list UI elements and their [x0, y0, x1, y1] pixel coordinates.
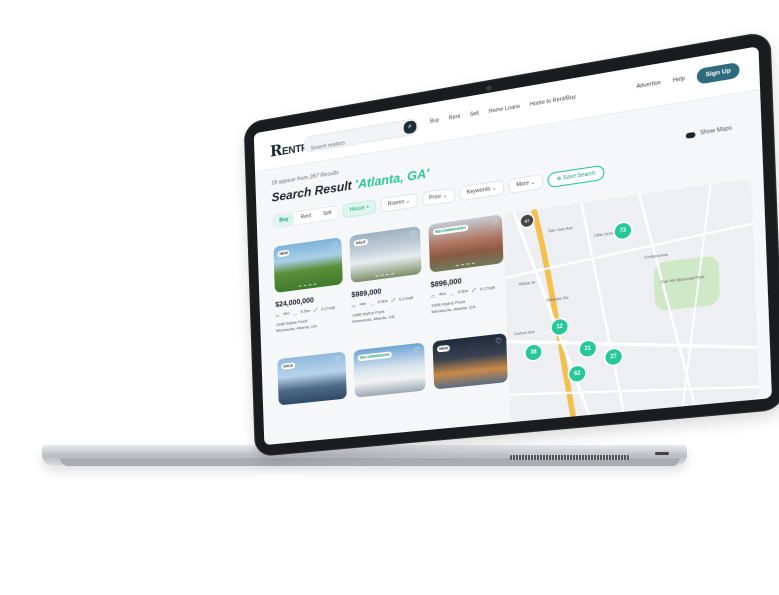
filter-house-label: House	[349, 204, 365, 214]
usb-port	[655, 452, 669, 455]
filter-rooms-label: Rooms	[387, 199, 405, 208]
listing-card[interactable]: NEW ♡	[432, 333, 508, 390]
listing-card[interactable]: RECOMMENDED ♡ $896,000 ▭ 4bd ◡ 6.5ba ⤢ 6,17…	[428, 214, 505, 315]
listing-card[interactable]: SALE ♡ $989,000 ▭ 4bd ◡ 6.5ba ⤢ 6,12sqft 16…	[349, 225, 423, 325]
title-location: 'Atlanta, GA'	[354, 165, 430, 192]
listing-beds: 4bd	[359, 301, 367, 307]
laptop-bezel: RENTRO ⌕ Buy Rent Sell Home Loans Home t…	[243, 30, 779, 457]
listing-beds: 4bd	[438, 291, 446, 297]
nav-link-sell[interactable]: Sell	[470, 110, 479, 118]
listing-sqft: 6,17sqft	[321, 305, 335, 312]
listing-photo[interactable]: NEW ♡	[432, 333, 508, 390]
segment-buy[interactable]: Buy	[273, 212, 295, 228]
bath-icon: ◡	[449, 291, 454, 297]
listing-beds: 4bd	[283, 311, 290, 317]
nav-link-rent[interactable]: Rent	[449, 114, 461, 122]
favorite-heart-icon[interactable]: ♡	[335, 355, 342, 364]
carousel-dots[interactable]	[375, 272, 395, 277]
favorite-heart-icon[interactable]: ♡	[491, 218, 498, 227]
bed-icon: ▭	[430, 294, 435, 299]
carousel-dots[interactable]	[455, 261, 476, 267]
filter-price-label: Price	[428, 193, 442, 202]
filter-rooms[interactable]: Rooms ⌄	[380, 192, 418, 213]
navbar: RENTRO ⌕ Buy Rent Sell Home Loans Home t…	[253, 46, 761, 173]
search-icon: ⌕	[407, 122, 413, 131]
road	[514, 203, 589, 421]
filter-keywords-label: Keywords	[466, 186, 491, 196]
filter-more-label: More	[516, 180, 530, 189]
listing-photo[interactable]: RECOMMENDED ♡	[428, 214, 504, 273]
camera	[486, 84, 492, 92]
save-search-button[interactable]: ⊕ Save Search	[547, 164, 606, 189]
signup-button[interactable]: Sign Up	[696, 61, 740, 85]
area-icon: ⤢	[472, 287, 476, 293]
road	[509, 370, 759, 411]
segment-sell[interactable]: Sell	[317, 206, 338, 221]
chevron-down-icon: ⌄	[442, 192, 448, 200]
area-icon: ⤢	[314, 307, 318, 313]
listing-badge: RECOMMENDED	[357, 351, 392, 362]
listing-badge: RECOMMENDED	[432, 224, 469, 236]
filter-more[interactable]: More ⌄	[508, 173, 544, 194]
filter-keywords[interactable]: Keywords ⌄	[458, 179, 505, 202]
logo-mark: R	[269, 140, 283, 161]
chevron-down-icon: ⌄	[405, 198, 411, 206]
listing-type-segmented: Buy Rent Sell	[272, 204, 339, 229]
save-search-label: Save Search	[562, 170, 596, 182]
listing-card[interactable]: NEW ♡ $24,000,000 ▭ 4bd ◡ 6.5ba ⤢ 6,17sqft …	[273, 237, 344, 334]
listing-sqft: 6,17sqft	[480, 285, 495, 292]
area-icon: ⤢	[391, 298, 395, 303]
toggle-icon	[685, 131, 696, 139]
chevron-down-icon: ⌄	[491, 185, 497, 193]
favorite-heart-icon[interactable]: ♡	[409, 230, 416, 239]
nav-right: Advertise Help Sign Up	[636, 61, 740, 95]
highway-road	[534, 205, 573, 419]
filter-house[interactable]: House ×	[342, 199, 377, 219]
nav-link-home-to-rent-buy[interactable]: Home to Rent/Buy	[530, 94, 576, 108]
bath-icon: ◡	[370, 301, 374, 307]
favorite-heart-icon[interactable]: ♡	[331, 241, 338, 250]
map-roads	[503, 179, 760, 423]
listing-badge: SALE	[281, 362, 295, 370]
search-input[interactable]	[304, 127, 395, 158]
listing-sqft: 6,12sqft	[399, 295, 414, 302]
filter-price[interactable]: Price ⌄	[421, 187, 455, 207]
listing-photo[interactable]: SALE ♡	[349, 225, 422, 284]
bookmark-icon: ⊕	[556, 175, 562, 183]
laptop-screen: RENTRO ⌕ Buy Rent Sell Home Loans Home t…	[253, 46, 772, 446]
chevron-down-icon: ⌄	[530, 179, 536, 187]
bath-icon: ◡	[293, 311, 297, 316]
bed-icon: ▭	[275, 313, 280, 319]
favorite-heart-icon[interactable]: ♡	[495, 337, 502, 346]
show-maps-label: Show Maps	[699, 125, 732, 137]
listing-baths: 6.5ba	[457, 288, 469, 295]
listing-badge: SALE	[353, 238, 368, 247]
results-map[interactable]: 87 San Jose Ave Little Orchard St Cortla…	[502, 178, 760, 423]
listing-photo[interactable]: RECOMMENDED ♡	[353, 342, 426, 398]
listing-badge: NEW	[277, 249, 290, 258]
speaker-grille	[510, 455, 630, 460]
listing-card[interactable]: RECOMMENDED ♡	[353, 342, 426, 398]
nav-link-advertise[interactable]: Advertise	[636, 80, 661, 91]
listing-baths: 6.5ba	[300, 308, 311, 314]
nav-link-buy[interactable]: Buy	[430, 117, 439, 125]
search-bar: ⌕	[303, 117, 419, 158]
listing-photo[interactable]: SALE ♡	[277, 351, 347, 406]
nav-link-home-loans[interactable]: Home Loans	[489, 103, 520, 115]
listing-card[interactable]: SALE ♡	[277, 351, 347, 406]
road	[507, 314, 757, 374]
nav-links: Buy Rent Sell Home Loans Home to Rent/Bu…	[430, 94, 576, 125]
listing-photo[interactable]: NEW ♡	[273, 237, 343, 293]
segment-rent[interactable]: Rent	[294, 209, 317, 224]
close-icon: ×	[365, 204, 370, 211]
carousel-dots[interactable]	[298, 282, 317, 287]
bed-icon: ▭	[351, 304, 356, 309]
nav-link-help[interactable]: Help	[673, 76, 686, 85]
search-button[interactable]: ⌕	[403, 119, 417, 135]
show-maps-toggle[interactable]: Show Maps	[685, 125, 732, 139]
listing-badge: NEW	[436, 344, 451, 353]
favorite-heart-icon[interactable]: ♡	[413, 346, 420, 355]
listing-baths: 6.5ba	[377, 298, 388, 305]
